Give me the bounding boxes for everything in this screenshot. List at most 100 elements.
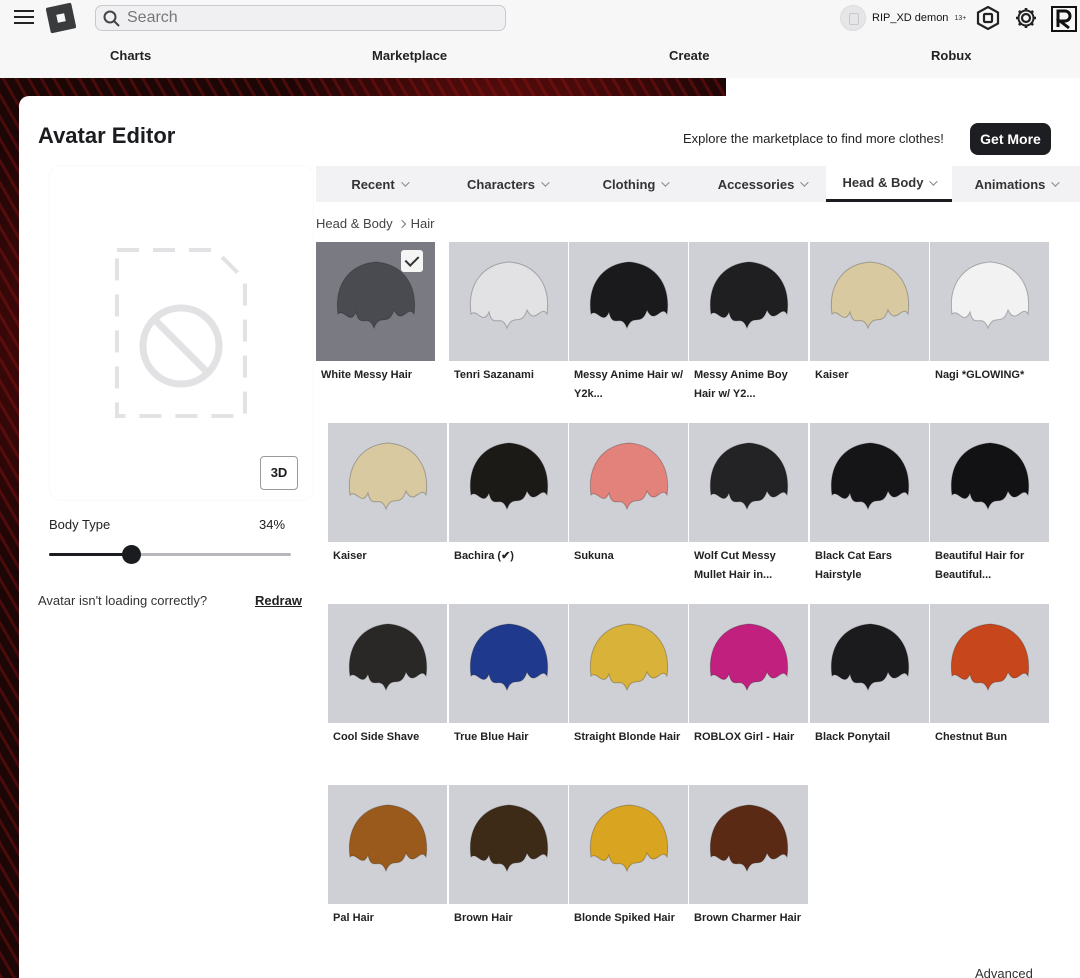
body-type-value: 34% (259, 517, 286, 532)
item-thumbnail[interactable] (930, 423, 1049, 542)
nav-marketplace[interactable]: Marketplace (372, 48, 447, 63)
item-name: Messy Anime Hair w/ Y2k... (574, 369, 684, 400)
hair-icon (709, 442, 789, 511)
hair-icon (589, 804, 669, 873)
hair-icon (469, 804, 549, 873)
tab-accessories[interactable]: Accessories (698, 166, 826, 202)
selected-check-icon[interactable] (401, 250, 423, 272)
item-card[interactable]: Brown Hair (449, 785, 569, 928)
item-name: Bachira (✔) (454, 550, 514, 562)
rival-icon[interactable] (1051, 6, 1077, 32)
item-thumbnail[interactable] (810, 242, 929, 361)
item-name: Blonde Spiked Hair (574, 912, 675, 924)
body-type-slider[interactable] (49, 544, 291, 564)
category-tabs: Recent Characters Clothing Accessories H… (316, 166, 1080, 202)
gear-icon[interactable] (1014, 6, 1038, 30)
item-card[interactable]: Beautiful Hair for Beautiful... (930, 423, 1050, 585)
item-thumbnail[interactable] (328, 785, 447, 904)
item-card[interactable]: Nagi *GLOWING* (930, 242, 1050, 385)
item-thumbnail[interactable] (569, 423, 688, 542)
page-title: Avatar Editor (38, 123, 176, 148)
item-card[interactable]: Black Ponytail (810, 604, 930, 747)
item-card[interactable]: Wolf Cut Messy Mullet Hair in... (689, 423, 809, 585)
item-card[interactable]: True Blue Hair (449, 604, 569, 747)
tab-clothing[interactable]: Clothing (572, 166, 698, 202)
hair-icon (469, 623, 549, 692)
nav-robux[interactable]: Robux (931, 48, 971, 63)
nav-charts[interactable]: Charts (110, 48, 151, 63)
item-name: Tenri Sazanami (454, 369, 534, 381)
top-bar: RIP_XD demon 13+ Charts Marketplace Crea… (0, 0, 1080, 78)
item-card[interactable]: Brown Charmer Hair (689, 785, 809, 928)
nav-create[interactable]: Create (669, 48, 709, 63)
item-thumbnail[interactable] (930, 604, 1049, 723)
item-card[interactable]: Kaiser (328, 423, 448, 566)
item-thumbnail[interactable] (689, 423, 808, 542)
item-thumbnail[interactable] (689, 242, 808, 361)
item-card[interactable]: Black Cat Ears Hairstyle (810, 423, 930, 585)
tab-label: Recent (351, 176, 395, 192)
robux-icon[interactable] (976, 6, 1000, 30)
item-card[interactable]: Chestnut Bun (930, 604, 1050, 747)
breadcrumb-parent[interactable]: Head & Body (316, 216, 393, 231)
hair-icon (469, 442, 549, 511)
avatar[interactable] (840, 5, 866, 31)
tab-characters[interactable]: Characters (442, 166, 572, 202)
item-thumbnail[interactable] (930, 242, 1049, 361)
tab-label: Head & Body (842, 175, 924, 190)
item-thumbnail[interactable] (449, 242, 568, 361)
item-name: Kaiser (815, 369, 849, 381)
item-card[interactable]: Sukuna (569, 423, 689, 566)
item-thumbnail[interactable] (328, 604, 447, 723)
hair-icon (589, 623, 669, 692)
slider-thumb[interactable] (122, 545, 142, 564)
item-thumbnail[interactable] (449, 423, 568, 542)
user-profile[interactable]: RIP_XD demon 13+ (840, 4, 966, 32)
3d-toggle-button[interactable]: 3D (260, 456, 298, 490)
redraw-link[interactable]: Redraw (255, 593, 302, 608)
item-card[interactable]: Blonde Spiked Hair (569, 785, 689, 928)
username[interactable]: RIP_XD demon (872, 12, 948, 24)
tab-recent[interactable]: Recent (316, 166, 442, 202)
item-name: Chestnut Bun (935, 731, 1008, 743)
advanced-link[interactable]: Advanced (975, 966, 1033, 978)
tab-animations[interactable]: Animations (952, 166, 1080, 202)
item-card[interactable]: Bachira (✔) (449, 423, 569, 566)
item-card[interactable]: Messy Anime Boy Hair w/ Y2... (689, 242, 809, 404)
tab-head-body[interactable]: Head & Body (826, 166, 952, 202)
search-input[interactable] (127, 7, 497, 29)
search-bar[interactable] (95, 5, 506, 31)
tab-label: Animations (974, 176, 1046, 192)
menu-icon[interactable] (14, 10, 34, 26)
item-thumbnail[interactable] (316, 242, 435, 361)
item-thumbnail[interactable] (328, 423, 447, 542)
item-thumbnail[interactable] (569, 785, 688, 904)
item-thumbnail[interactable] (689, 785, 808, 904)
hair-icon (830, 442, 910, 511)
item-card[interactable]: White Messy Hair (316, 242, 436, 385)
item-card[interactable]: Kaiser (810, 242, 930, 385)
item-name: Straight Blonde Hair (574, 731, 681, 743)
item-card[interactable]: Cool Side Shave (328, 604, 448, 747)
get-more-button[interactable]: Get More (970, 123, 1051, 155)
item-thumbnail[interactable] (569, 604, 688, 723)
item-card[interactable]: Tenri Sazanami (449, 242, 569, 385)
item-thumbnail[interactable] (810, 423, 929, 542)
item-card[interactable]: Messy Anime Hair w/ Y2k... (569, 242, 689, 404)
hair-icon (709, 623, 789, 692)
item-thumbnail[interactable] (449, 785, 568, 904)
item-thumbnail[interactable] (810, 604, 929, 723)
item-thumbnail[interactable] (569, 242, 688, 361)
hair-icon (950, 442, 1030, 511)
item-thumbnail[interactable] (449, 604, 568, 723)
avatar-preview[interactable]: 3D (50, 166, 313, 500)
chevron-down-icon (541, 178, 550, 187)
avatar-unavailable-icon (115, 248, 247, 418)
item-card[interactable]: ROBLOX Girl - Hair (689, 604, 809, 747)
item-thumbnail[interactable] (689, 604, 808, 723)
item-card[interactable]: Straight Blonde Hair (569, 604, 689, 747)
avatar-loading-question: Avatar isn't loading correctly? (38, 593, 208, 608)
roblox-logo[interactable] (45, 2, 77, 34)
item-card[interactable]: Pal Hair (328, 785, 448, 928)
item-name: Wolf Cut Messy Mullet Hair in... (694, 550, 776, 581)
